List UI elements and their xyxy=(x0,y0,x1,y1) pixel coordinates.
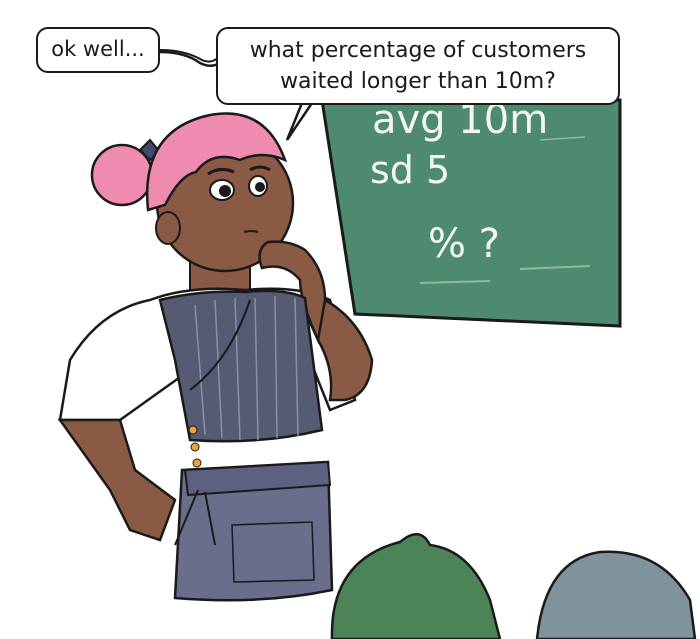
chalk-percent-question: % ? xyxy=(428,221,500,267)
character-chef xyxy=(57,112,374,602)
speech-text-ok-well: ok well... xyxy=(51,37,145,61)
gray-haired-customer-head xyxy=(535,550,697,639)
chalk-sd-text: sd 5 xyxy=(370,148,451,192)
arm-left xyxy=(57,418,177,542)
bubble-tail xyxy=(285,101,315,141)
chalk-average-text: avg 10m xyxy=(372,97,549,143)
speech-text-line1: what percentage of customers xyxy=(249,38,587,63)
green-haired-customer-head xyxy=(330,533,502,639)
speech-bubble-left: ok well... xyxy=(36,27,160,73)
mouth xyxy=(243,230,259,233)
comic-panel: avg 10m sd 5 % ? ok well... what percent… xyxy=(0,0,700,639)
speech-bubble-question: what percentage of customers waited long… xyxy=(216,27,620,105)
speech-text-line2: waited longer than 10m? xyxy=(280,69,556,94)
